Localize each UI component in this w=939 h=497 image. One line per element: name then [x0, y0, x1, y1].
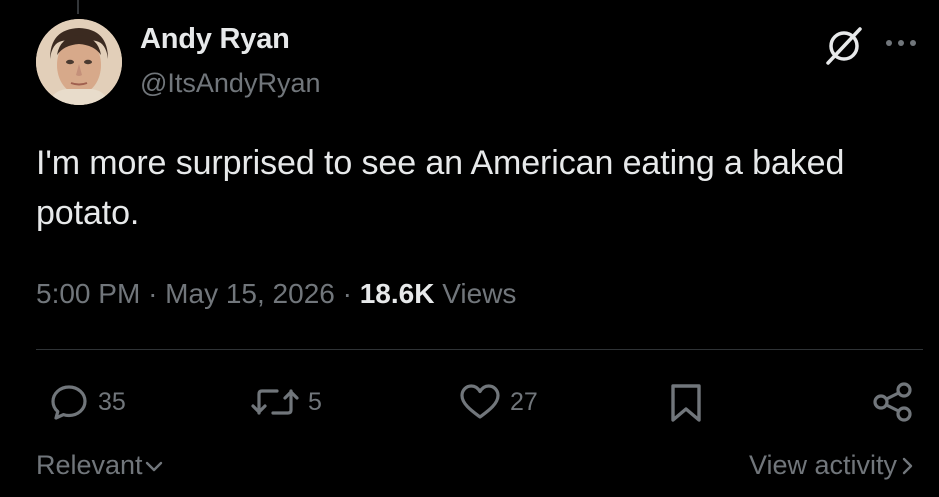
repost-count: 5 — [308, 387, 322, 416]
repost-icon — [251, 389, 299, 415]
reply-button[interactable]: 35 — [48, 381, 126, 423]
reply-icon — [51, 385, 87, 420]
views-count: 18.6K — [359, 278, 435, 309]
avatar[interactable] — [36, 19, 122, 105]
tweet-time[interactable]: 5:00 PM — [36, 278, 140, 309]
sort-label: Relevant — [36, 450, 143, 480]
chevron-right-icon — [902, 457, 913, 474]
grok-icon[interactable] — [825, 27, 863, 65]
tweet-meta: 5:00 PM · May 15, 2026 · 18.6K Views — [36, 278, 516, 310]
reply-count: 35 — [98, 387, 126, 416]
bookmark-icon — [671, 384, 701, 422]
share-button[interactable] — [871, 381, 915, 423]
divider — [36, 349, 923, 350]
avatar-image — [36, 19, 122, 105]
like-icon — [460, 384, 500, 419]
author-display-name[interactable]: Andy Ryan — [140, 23, 290, 56]
meta-separator: · — [342, 278, 360, 309]
like-count: 27 — [510, 387, 538, 416]
view-activity-label: View activity — [748, 450, 897, 480]
meta-separator: · — [148, 278, 166, 309]
view-activity-link[interactable]: View activity — [749, 450, 917, 481]
like-button[interactable]: 27 — [458, 381, 538, 423]
share-icon — [873, 382, 912, 422]
sort-replies-dropdown[interactable]: Relevant — [36, 450, 165, 481]
chevron-down-icon — [145, 461, 162, 471]
views-label: Views — [442, 278, 517, 309]
repost-button[interactable]: 5 — [250, 381, 322, 423]
author-handle[interactable]: @ItsAndyRyan — [140, 68, 320, 99]
tweet-date[interactable]: May 15, 2026 — [165, 278, 335, 309]
more-icon[interactable] — [881, 31, 921, 55]
thread-connector-line — [77, 0, 79, 14]
bookmark-button[interactable] — [666, 381, 706, 423]
tweet-text: I'm more surprised to see an American ea… — [36, 144, 845, 232]
